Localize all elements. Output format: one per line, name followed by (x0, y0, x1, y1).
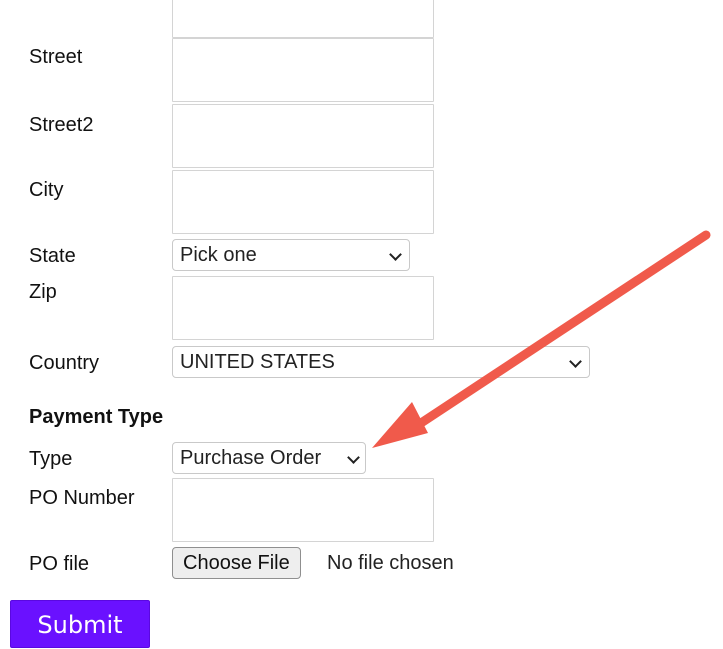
arrow-annotation-icon (372, 230, 711, 448)
